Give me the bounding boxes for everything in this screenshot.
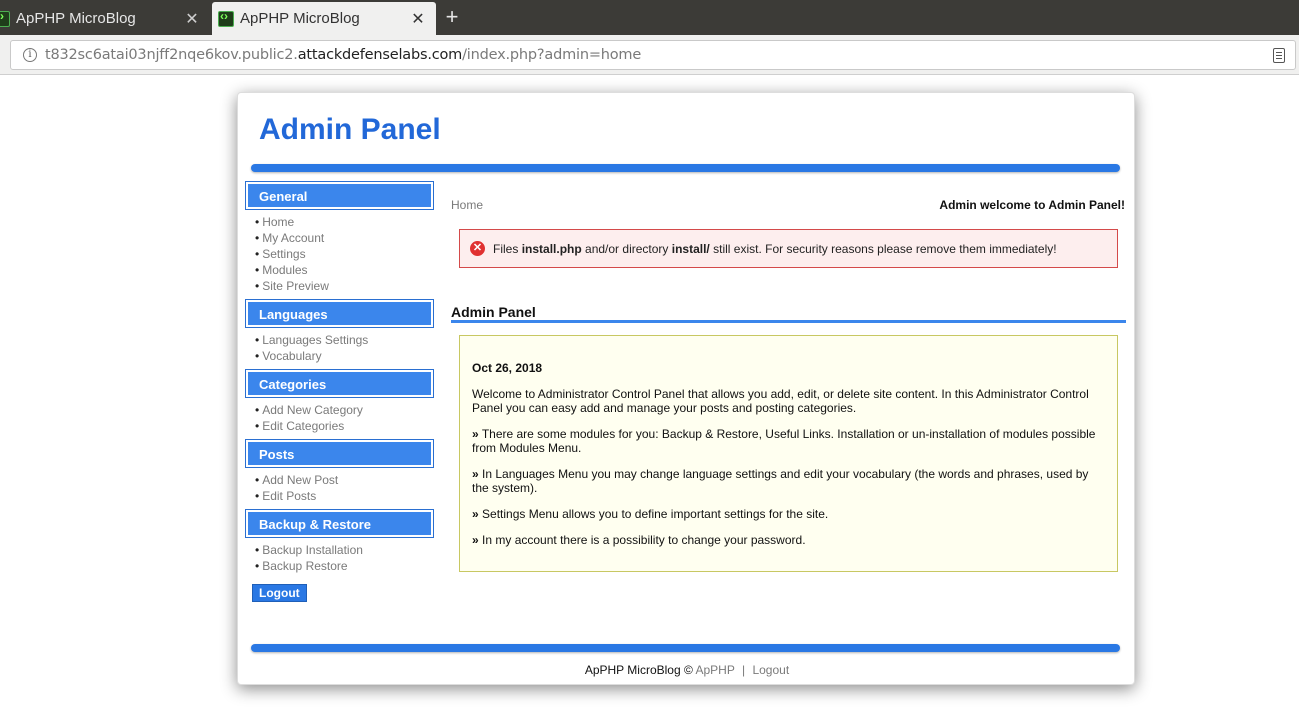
welcome-info-box: Oct 26, 2018 Welcome to Administrator Co… xyxy=(459,335,1118,572)
sidebar-header-general: General xyxy=(245,181,434,210)
admin-page-container: Admin Panel General • Home • My Account • S… xyxy=(237,92,1135,685)
site-info-icon[interactable]: i xyxy=(23,48,37,62)
sidebar-item-modules[interactable]: • Modules xyxy=(255,262,433,278)
sidebar-header-languages: Languages xyxy=(245,299,434,328)
site-favicon-icon xyxy=(218,9,234,27)
sidebar-item-settings[interactable]: • Settings xyxy=(255,246,433,262)
sidebar-item-add-new-post[interactable]: • Add New Post xyxy=(255,472,433,488)
alert-text: Files install.php and/or directory insta… xyxy=(493,241,1057,256)
tab-title: ApPHP MicroBlog xyxy=(240,10,360,27)
info-intro: Welcome to Administrator Control Panel t… xyxy=(472,387,1089,415)
close-tab-icon[interactable]: ✕ xyxy=(182,9,202,29)
url-bar[interactable]: i t832sc6atai03njff2nqe6kov.public2.atta… xyxy=(10,40,1296,70)
browser-nav-bar: i t832sc6atai03njff2nqe6kov.public2.atta… xyxy=(0,35,1299,75)
close-tab-icon[interactable]: ✕ xyxy=(408,9,428,29)
sidebar-header-categories: Categories xyxy=(245,369,434,398)
sidebar-item-my-account[interactable]: • My Account xyxy=(255,230,433,246)
browser-tab[interactable]: ApPHP MicroBlog ✕ xyxy=(0,2,210,35)
sidebar-item-vocabulary[interactable]: • Vocabulary xyxy=(255,348,433,364)
sidebar-item-backup-installation[interactable]: • Backup Installation xyxy=(255,542,433,558)
footer: ApPHP MicroBlog © ApPHP | Logout xyxy=(238,663,1136,677)
info-date: Oct 26, 2018 xyxy=(472,361,543,375)
section-title: Admin Panel xyxy=(451,304,536,320)
sidebar-list-posts: • Add New Post • Edit Posts xyxy=(246,467,433,510)
info-bullet: » In Languages Menu you may change langu… xyxy=(472,467,1089,495)
breadcrumb[interactable]: Home xyxy=(451,198,483,212)
footer-separator: | xyxy=(741,663,746,677)
sidebar-item-home[interactable]: • Home xyxy=(255,214,433,230)
sidebar-item-site-preview[interactable]: • Site Preview xyxy=(255,278,433,294)
section-divider xyxy=(451,320,1126,323)
reader-view-icon[interactable] xyxy=(1273,48,1285,63)
info-bullet: » In my account there is a possibility t… xyxy=(472,533,806,547)
footer-logout-link[interactable]: Logout xyxy=(752,663,789,677)
sidebar-item-add-new-category[interactable]: • Add New Category xyxy=(255,402,433,418)
sidebar-list-backup-restore: • Backup Installation • Backup Restore xyxy=(246,537,433,580)
url-text[interactable]: t832sc6atai03njff2nqe6kov.public2.attack… xyxy=(45,47,641,63)
logout-button[interactable]: Logout xyxy=(252,584,307,602)
sidebar-header-backup-restore: Backup & Restore xyxy=(245,509,434,538)
sidebar-item-edit-posts[interactable]: • Edit Posts xyxy=(255,488,433,504)
sidebar-list-general: • Home • My Account • Settings • Modules • Si… xyxy=(246,209,433,300)
tab-title: ApPHP MicroBlog xyxy=(16,10,136,27)
security-alert: ✕ Files install.php and/or directory ins… xyxy=(459,229,1118,268)
browser-tab-active[interactable]: ApPHP MicroBlog ✕ xyxy=(212,2,436,35)
sidebar-header-posts: Posts xyxy=(245,439,434,468)
sidebar-item-languages-settings[interactable]: • Languages Settings xyxy=(255,332,433,348)
info-bullet: » There are some modules for you: Backup… xyxy=(472,427,1096,455)
sidebar-list-categories: • Add New Category • Edit Categories xyxy=(246,397,433,440)
welcome-message: Admin welcome to Admin Panel! xyxy=(939,198,1125,212)
sidebar-item-backup-restore[interactable]: • Backup Restore xyxy=(255,558,433,574)
header-divider xyxy=(251,164,1120,172)
sidebar: General • Home • My Account • Settings • Mod… xyxy=(245,181,434,602)
footer-apphp-link[interactable]: ApPHP xyxy=(696,663,735,677)
error-icon: ✕ xyxy=(470,241,485,256)
info-bullet: » Settings Menu allows you to define imp… xyxy=(472,507,829,521)
page-title: Admin Panel xyxy=(259,113,441,146)
footer-divider xyxy=(251,644,1120,652)
browser-tab-bar: ApPHP MicroBlog ✕ ApPHP MicroBlog ✕ + xyxy=(0,0,1299,35)
sidebar-item-edit-categories[interactable]: • Edit Categories xyxy=(255,418,433,434)
new-tab-icon[interactable]: + xyxy=(440,4,464,30)
sidebar-list-languages: • Languages Settings • Vocabulary xyxy=(246,327,433,370)
footer-copyright: ApPHP MicroBlog © xyxy=(584,663,693,677)
site-favicon-icon xyxy=(0,9,10,27)
